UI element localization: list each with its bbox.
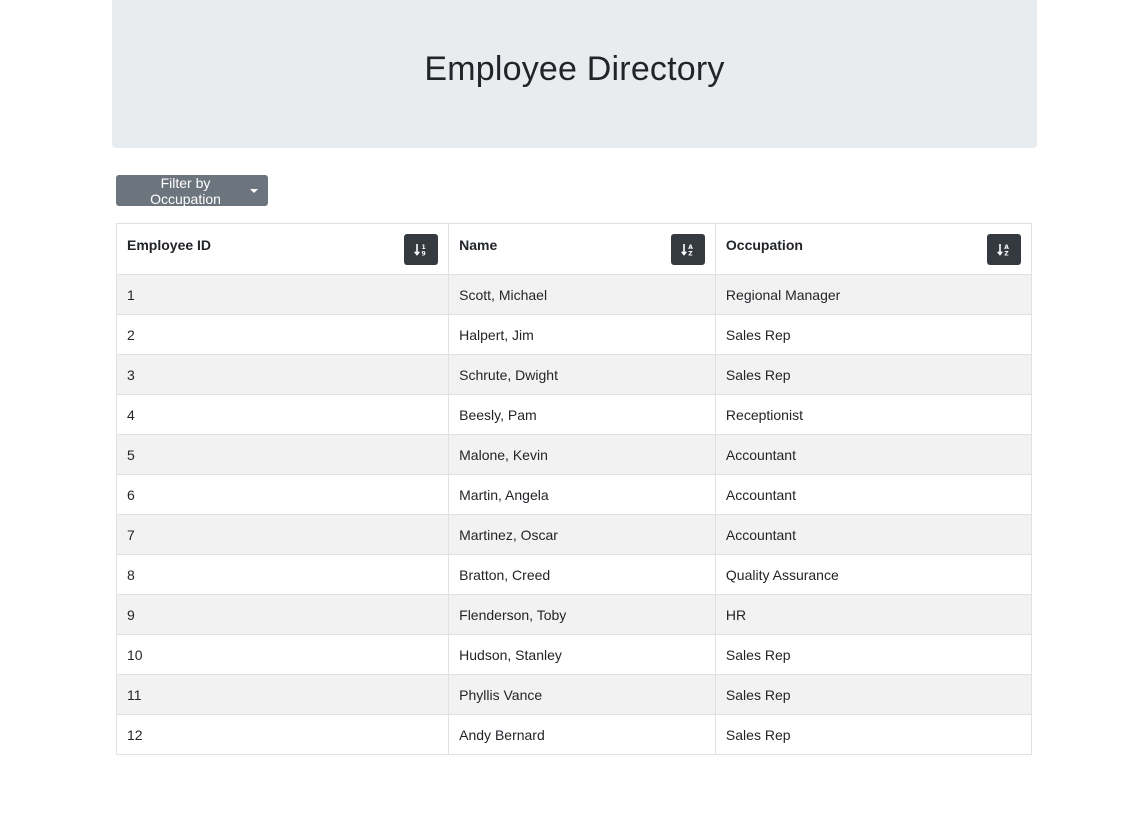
cell-employee-id: 3	[115, 354, 450, 395]
svg-text:Z: Z	[1004, 250, 1009, 257]
cell-name: Hudson, Stanley	[448, 634, 716, 675]
cell-name: Beesly, Pam	[448, 394, 716, 435]
column-label: Occupation	[725, 237, 803, 253]
cell-name: Andy Bernard	[448, 714, 716, 755]
filter-by-occupation-dropdown[interactable]: Filter by Occupation	[116, 174, 268, 207]
cell-occupation: Accountant	[714, 514, 1033, 555]
cell-name: Phyllis Vance	[448, 674, 716, 715]
cell-employee-id: 7	[115, 514, 450, 555]
cell-employee-id: 12	[115, 714, 450, 755]
cell-employee-id: 6	[115, 474, 450, 515]
cell-occupation: Sales Rep	[714, 314, 1033, 355]
cell-employee-id: 8	[115, 554, 450, 595]
table-row: 12 Andy Bernard Sales Rep	[115, 714, 1033, 755]
table-row: 8 Bratton, Creed Quality Assurance	[115, 554, 1033, 595]
cell-name: Bratton, Creed	[448, 554, 716, 595]
cell-occupation: Accountant	[714, 434, 1033, 475]
sort-numeric-icon: 1 9	[414, 243, 426, 257]
column-header-occupation: Occupation A Z	[714, 223, 1033, 275]
column-header-employee-id: Employee ID 1 9	[115, 223, 450, 275]
cell-occupation: Sales Rep	[714, 634, 1033, 675]
cell-employee-id: 5	[115, 434, 450, 475]
cell-employee-id: 4	[115, 394, 450, 435]
cell-employee-id: 1	[115, 274, 450, 315]
svg-text:Z: Z	[688, 250, 693, 257]
cell-name: Schrute, Dwight	[448, 354, 716, 395]
cell-occupation: Regional Manager	[714, 274, 1033, 315]
page-header: Employee Directory	[112, 0, 1037, 148]
column-header-name: Name A Z	[448, 223, 716, 275]
cell-occupation: Accountant	[714, 474, 1033, 515]
cell-name: Martin, Angela	[448, 474, 716, 515]
cell-name: Malone, Kevin	[448, 434, 716, 475]
column-label: Employee ID	[127, 237, 212, 253]
caret-down-icon	[250, 188, 258, 193]
cell-occupation: Receptionist	[714, 394, 1033, 435]
cell-name: Scott, Michael	[448, 274, 716, 315]
cell-occupation: Sales Rep	[714, 354, 1033, 395]
table-row: 11 Phyllis Vance Sales Rep	[115, 674, 1033, 715]
cell-employee-id: 9	[115, 594, 450, 635]
cell-employee-id: 2	[115, 314, 450, 355]
table-row: 7 Martinez, Oscar Accountant	[115, 514, 1033, 555]
table-row: 6 Martin, Angela Accountant	[115, 474, 1033, 515]
sort-employee-id-button[interactable]: 1 9	[404, 234, 439, 265]
cell-occupation: HR	[714, 594, 1033, 635]
table-row: 2 Halpert, Jim Sales Rep	[115, 314, 1033, 355]
column-label: Name	[459, 237, 498, 253]
cell-employee-id: 10	[115, 634, 450, 675]
cell-name: Flenderson, Toby	[448, 594, 716, 635]
cell-occupation: Quality Assurance	[714, 554, 1033, 595]
table-header-row: Employee ID 1 9 Name A Z Occupation A Z	[115, 223, 1033, 275]
table-row: 9 Flenderson, Toby HR	[115, 594, 1033, 635]
cell-name: Martinez, Oscar	[448, 514, 716, 555]
sort-alpha-icon: A Z	[997, 243, 1009, 257]
cell-occupation: Sales Rep	[714, 674, 1033, 715]
svg-text:9: 9	[422, 250, 426, 257]
table-row: 3 Schrute, Dwight Sales Rep	[115, 354, 1033, 395]
page-title: Employee Directory	[424, 49, 725, 88]
cell-occupation: Sales Rep	[714, 714, 1033, 755]
table-row: 10 Hudson, Stanley Sales Rep	[115, 634, 1033, 675]
table-row: 5 Malone, Kevin Accountant	[115, 434, 1033, 475]
table-body: 1 Scott, Michael Regional Manager 2 Halp…	[115, 274, 1033, 755]
sort-occupation-button[interactable]: A Z	[987, 234, 1021, 265]
table-row: 1 Scott, Michael Regional Manager	[115, 274, 1033, 315]
cell-employee-id: 11	[115, 674, 450, 715]
sort-name-button[interactable]: A Z	[670, 234, 705, 265]
sort-alpha-icon: A Z	[681, 243, 693, 257]
table-row: 4 Beesly, Pam Receptionist	[115, 394, 1033, 435]
cell-name: Halpert, Jim	[448, 314, 716, 355]
filter-button-label: Filter by Occupation	[150, 174, 221, 207]
employee-table: Employee ID 1 9 Name A Z Occupation A Z …	[115, 223, 1033, 755]
